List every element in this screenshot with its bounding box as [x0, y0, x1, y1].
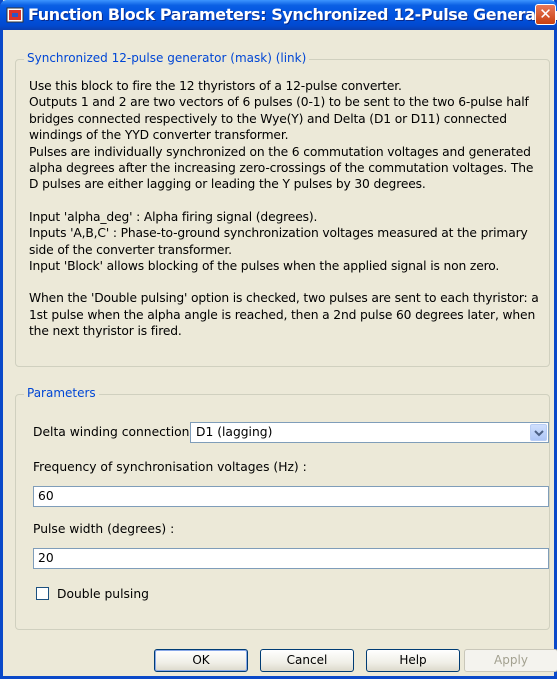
- close-icon[interactable]: ✕: [535, 4, 556, 25]
- parameters-legend: Parameters: [24, 386, 99, 400]
- description-line: Input 'alpha_deg' : Alpha firing signal …: [29, 209, 318, 224]
- description-line: D pulses are either lagging or leading t…: [29, 177, 426, 192]
- description-line: Use this block to fire the 12 thyristors…: [29, 79, 402, 93]
- frequency-value: 60: [38, 489, 54, 503]
- ok-button[interactable]: OK: [154, 649, 248, 672]
- dialog-window: Function Block Parameters: Synchronized …: [0, 0, 557, 679]
- double-pulsing-label[interactable]: Double pulsing: [57, 587, 149, 601]
- description-line: alpha degrees after the increasing zero-…: [29, 161, 534, 176]
- description-line: windings of the YYD converter transforme…: [29, 128, 289, 143]
- description-legend: Synchronized 12-pulse generator (mask) (…: [24, 51, 310, 65]
- title-bar[interactable]: Function Block Parameters: Synchronized …: [0, 0, 557, 30]
- description-line: Pulses are individually synchronized on …: [29, 144, 531, 159]
- description-line: Outputs 1 and 2 are two vectors of 6 pul…: [29, 95, 529, 110]
- simulink-block-icon: [6, 6, 24, 24]
- description-line: Inputs 'A,B,C' : Phase-to-ground synchro…: [29, 226, 528, 241]
- pulse-width-label: Pulse width (degrees) :: [33, 522, 175, 536]
- delta-winding-select[interactable]: D1 (lagging): [190, 422, 549, 443]
- apply-button[interactable]: Apply: [464, 649, 557, 672]
- frequency-label: Frequency of synchronisation voltages (H…: [33, 460, 307, 474]
- pulse-width-value: 20: [38, 551, 54, 565]
- help-button[interactable]: Help: [366, 649, 460, 672]
- description-line: [29, 274, 554, 290]
- description-line: When the 'Double pulsing' option is chec…: [29, 291, 539, 306]
- frequency-input[interactable]: 60: [33, 486, 549, 507]
- description-line: side of the converter transformer.: [29, 242, 232, 257]
- description-line: [29, 193, 554, 209]
- description-line: the next thyristor is fired.: [29, 324, 182, 339]
- description-text: Use this block to fire the 12 thyristors…: [29, 78, 554, 340]
- description-line: Input 'Block' allows blocking of the pul…: [29, 259, 500, 274]
- description-line: bridges connected respectively to the Wy…: [29, 111, 507, 126]
- delta-winding-label: Delta winding connection: [33, 425, 190, 439]
- cancel-button[interactable]: Cancel: [260, 649, 354, 672]
- delta-winding-value: D1 (lagging): [196, 425, 273, 439]
- window-title: Function Block Parameters: Synchronized …: [28, 5, 557, 24]
- chevron-down-icon[interactable]: [530, 424, 547, 441]
- description-line: 1st pulse when the alpha angle is reache…: [29, 307, 536, 322]
- pulse-width-input[interactable]: 20: [33, 548, 549, 569]
- double-pulsing-checkbox[interactable]: [36, 587, 49, 600]
